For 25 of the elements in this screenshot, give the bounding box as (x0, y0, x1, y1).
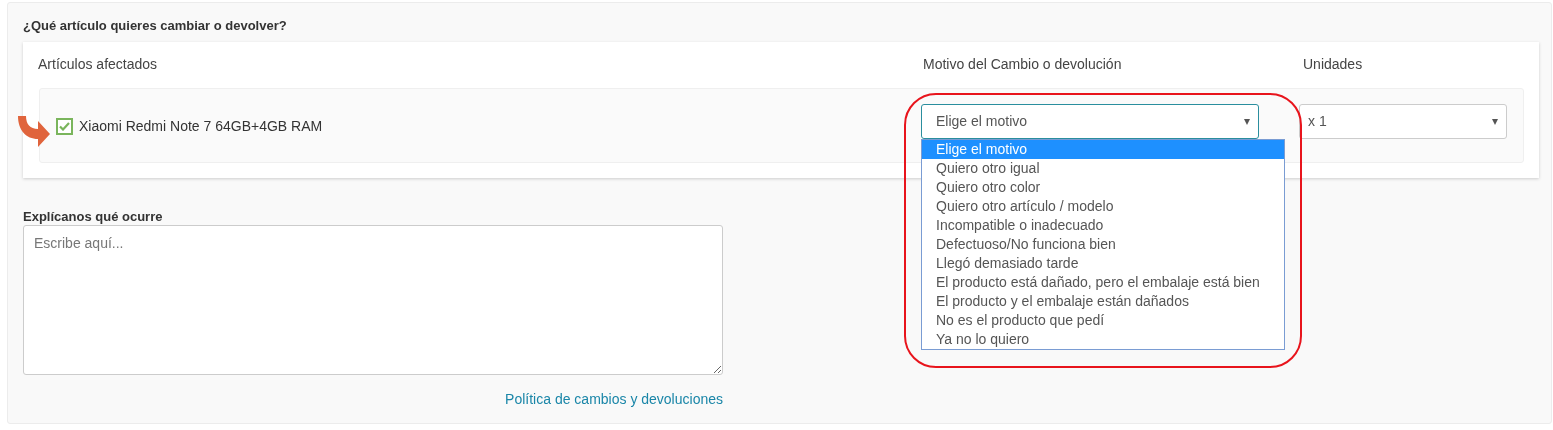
field-label: Explícanos qué ocurre (23, 209, 163, 225)
dropdown-option[interactable]: Quiero otro color (922, 178, 1284, 197)
dropdown-option[interactable]: Quiero otro artículo / modelo (922, 197, 1284, 216)
units-select[interactable]: x 1 (1299, 104, 1507, 139)
checkmark-icon (59, 122, 70, 131)
section-heading: ¿Qué artículo quieres cambiar o devolver? (23, 17, 288, 34)
dropdown-option[interactable]: Llegó demasiado tarde (922, 254, 1284, 273)
checkbox[interactable] (56, 118, 73, 135)
caret-icon (1244, 118, 1250, 125)
column-header: Artículos afectados (38, 56, 158, 72)
curved-arrow-icon (16, 116, 50, 149)
dropdown-option[interactable]: El producto está dañado, pero el embalaje está bien (922, 273, 1284, 292)
column-header: Unidades (1303, 56, 1363, 72)
text-area[interactable]: Escribe aquí... (23, 225, 723, 375)
dropdown-option[interactable]: Quiero otro igual (922, 159, 1284, 178)
product-name: Xiaomi Redmi Note 7 64GB+4GB RAM (79, 117, 323, 136)
dropdown-option[interactable]: Ya no lo quiero (922, 330, 1284, 349)
reason-select[interactable]: Elige el motivo (921, 104, 1259, 139)
column-header: Motivo del Cambio o devolución (923, 56, 1122, 72)
policy-link[interactable]: Política de cambios y devoluciones (23, 389, 723, 410)
caret-icon (1492, 118, 1498, 125)
dropdown-option[interactable]: No es el producto que pedí (922, 311, 1284, 330)
dropdown-option[interactable]: El producto y el embalaje están dañados (922, 292, 1284, 311)
dropdown-option[interactable]: Incompatible o inadecuado (922, 216, 1284, 235)
dropdown-option[interactable]: Defectuoso/No funciona bien (922, 235, 1284, 254)
